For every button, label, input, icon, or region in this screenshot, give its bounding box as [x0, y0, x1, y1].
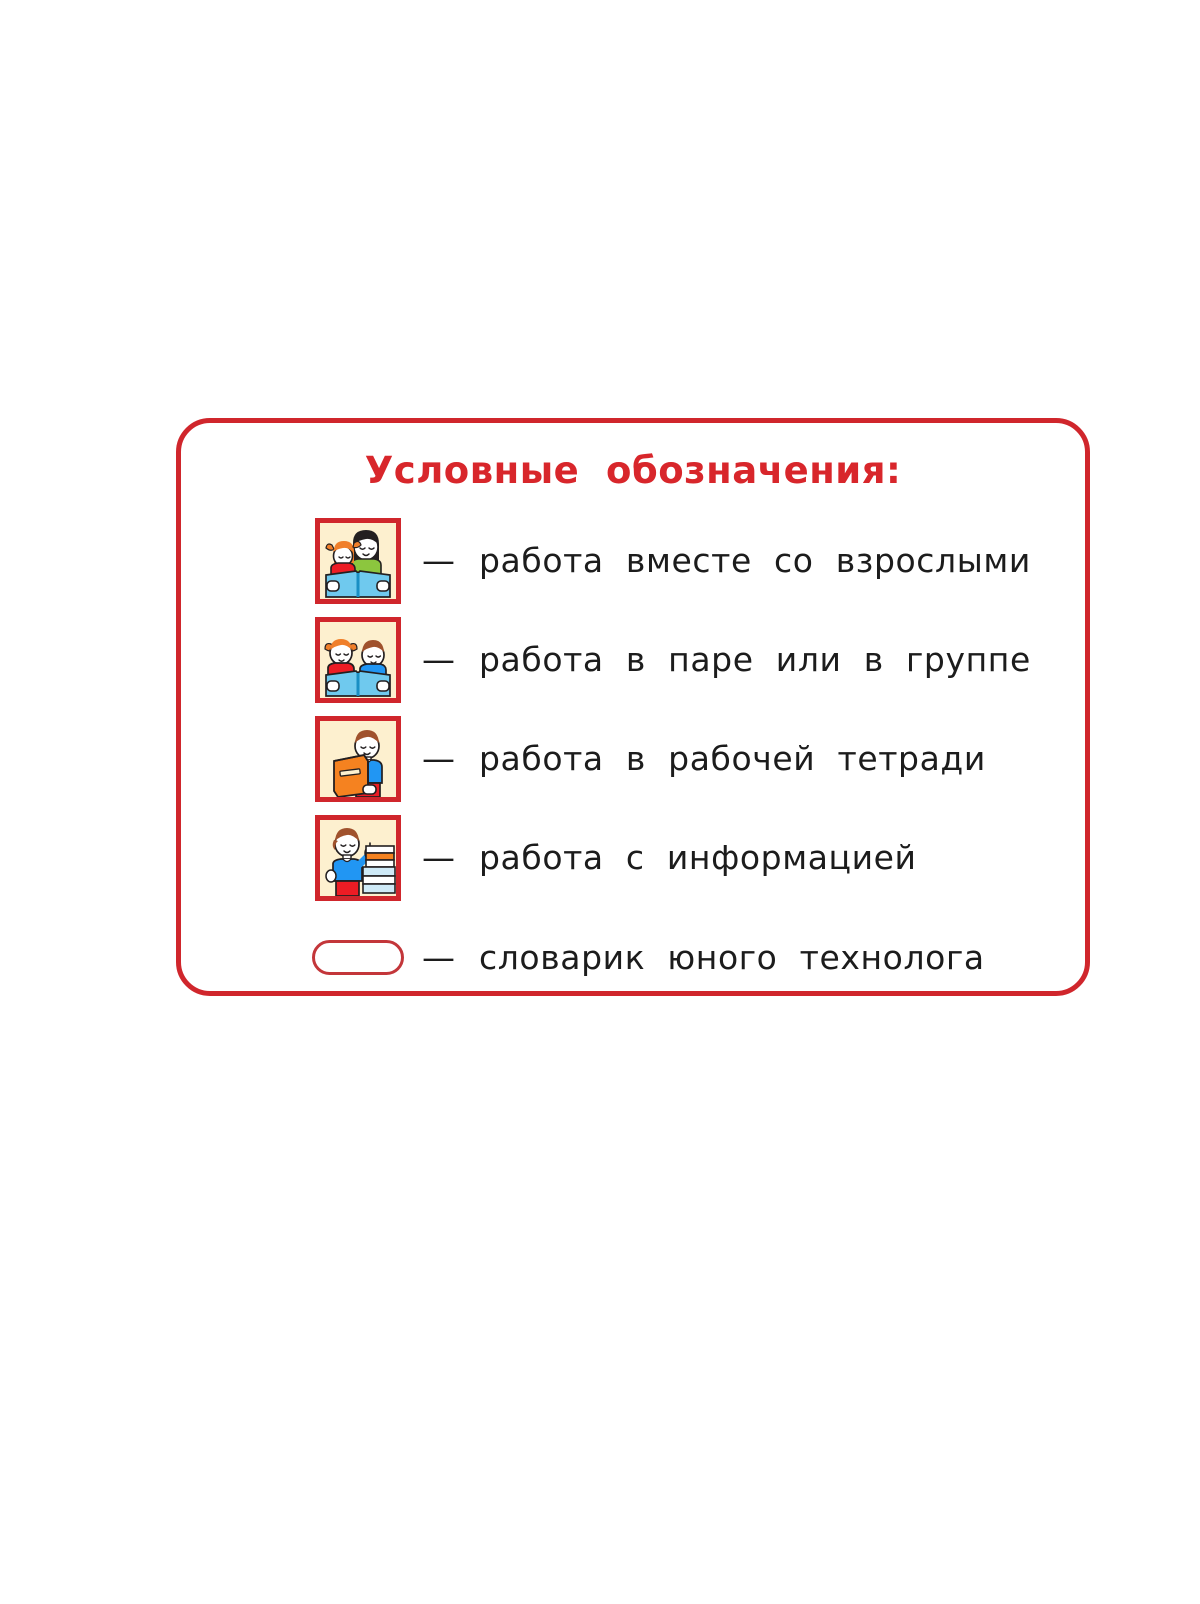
legend-label: работа вместе со взрослыми	[479, 541, 1031, 580]
legend-label: работа в паре или в группе	[479, 640, 1031, 679]
legend-dash: —	[422, 739, 455, 778]
legend-row-text: — словарик юного технолога	[422, 938, 985, 977]
legend-dash: —	[422, 541, 455, 580]
rounded-pill-outline-icon	[312, 939, 404, 975]
boy-holding-workbook-icon	[315, 715, 401, 802]
legend-row-text: — работа в рабочей тетради	[422, 739, 986, 778]
legend-row: — работа в паре или в группе	[181, 610, 1085, 709]
legend-row-text: — работа с информацией	[422, 838, 917, 877]
legend-rows: — работа вместе со взрослыми — работа в …	[181, 511, 1085, 1007]
legend-dash: —	[422, 937, 455, 977]
legend-row: — работа в рабочей тетради	[181, 709, 1085, 808]
legend-label: работа в рабочей тетради	[479, 739, 986, 778]
legend-label: работа с информацией	[479, 838, 917, 877]
legend-icon-slot	[310, 616, 406, 703]
two-children-reading-book-icon	[315, 616, 401, 703]
adult-and-child-reading-book-icon	[315, 517, 401, 604]
legend-dash: —	[422, 640, 455, 679]
legend-title: Условные обозначения:	[364, 449, 902, 492]
boy-with-stack-of-books-icon	[315, 814, 401, 901]
legend-card: Условные обозначения: — работа вместе со…	[176, 418, 1090, 996]
legend-row: — работа вместе со взрослыми	[181, 511, 1085, 610]
legend-icon-slot	[310, 939, 406, 975]
legend-icon-slot	[310, 814, 406, 901]
legend-row-text: — работа в паре или в группе	[422, 640, 1031, 679]
legend-label: словарик юного технолога	[479, 937, 985, 977]
legend-dash: —	[422, 838, 455, 877]
legend-row: — работа с информацией	[181, 808, 1085, 907]
legend-row-text: — работа вместе со взрослыми	[422, 541, 1031, 580]
legend-icon-slot	[310, 715, 406, 802]
legend-icon-slot	[310, 517, 406, 604]
legend-row: — словарик юного технолога	[181, 907, 1085, 1007]
